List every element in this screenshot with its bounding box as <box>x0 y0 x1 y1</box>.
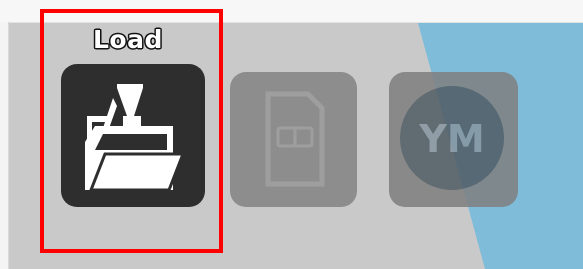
toolbar-screenshot: Load YM <box>0 0 583 269</box>
ym-button[interactable]: YM <box>389 72 518 207</box>
load-button[interactable] <box>61 64 205 207</box>
ym-circle-icon: YM <box>400 86 504 190</box>
sd-card-button[interactable] <box>230 72 357 207</box>
ym-icon-text: YM <box>418 117 484 161</box>
load-label: Load <box>93 25 163 54</box>
sd-card-icon <box>265 91 325 187</box>
folder-load-icon <box>85 84 186 192</box>
